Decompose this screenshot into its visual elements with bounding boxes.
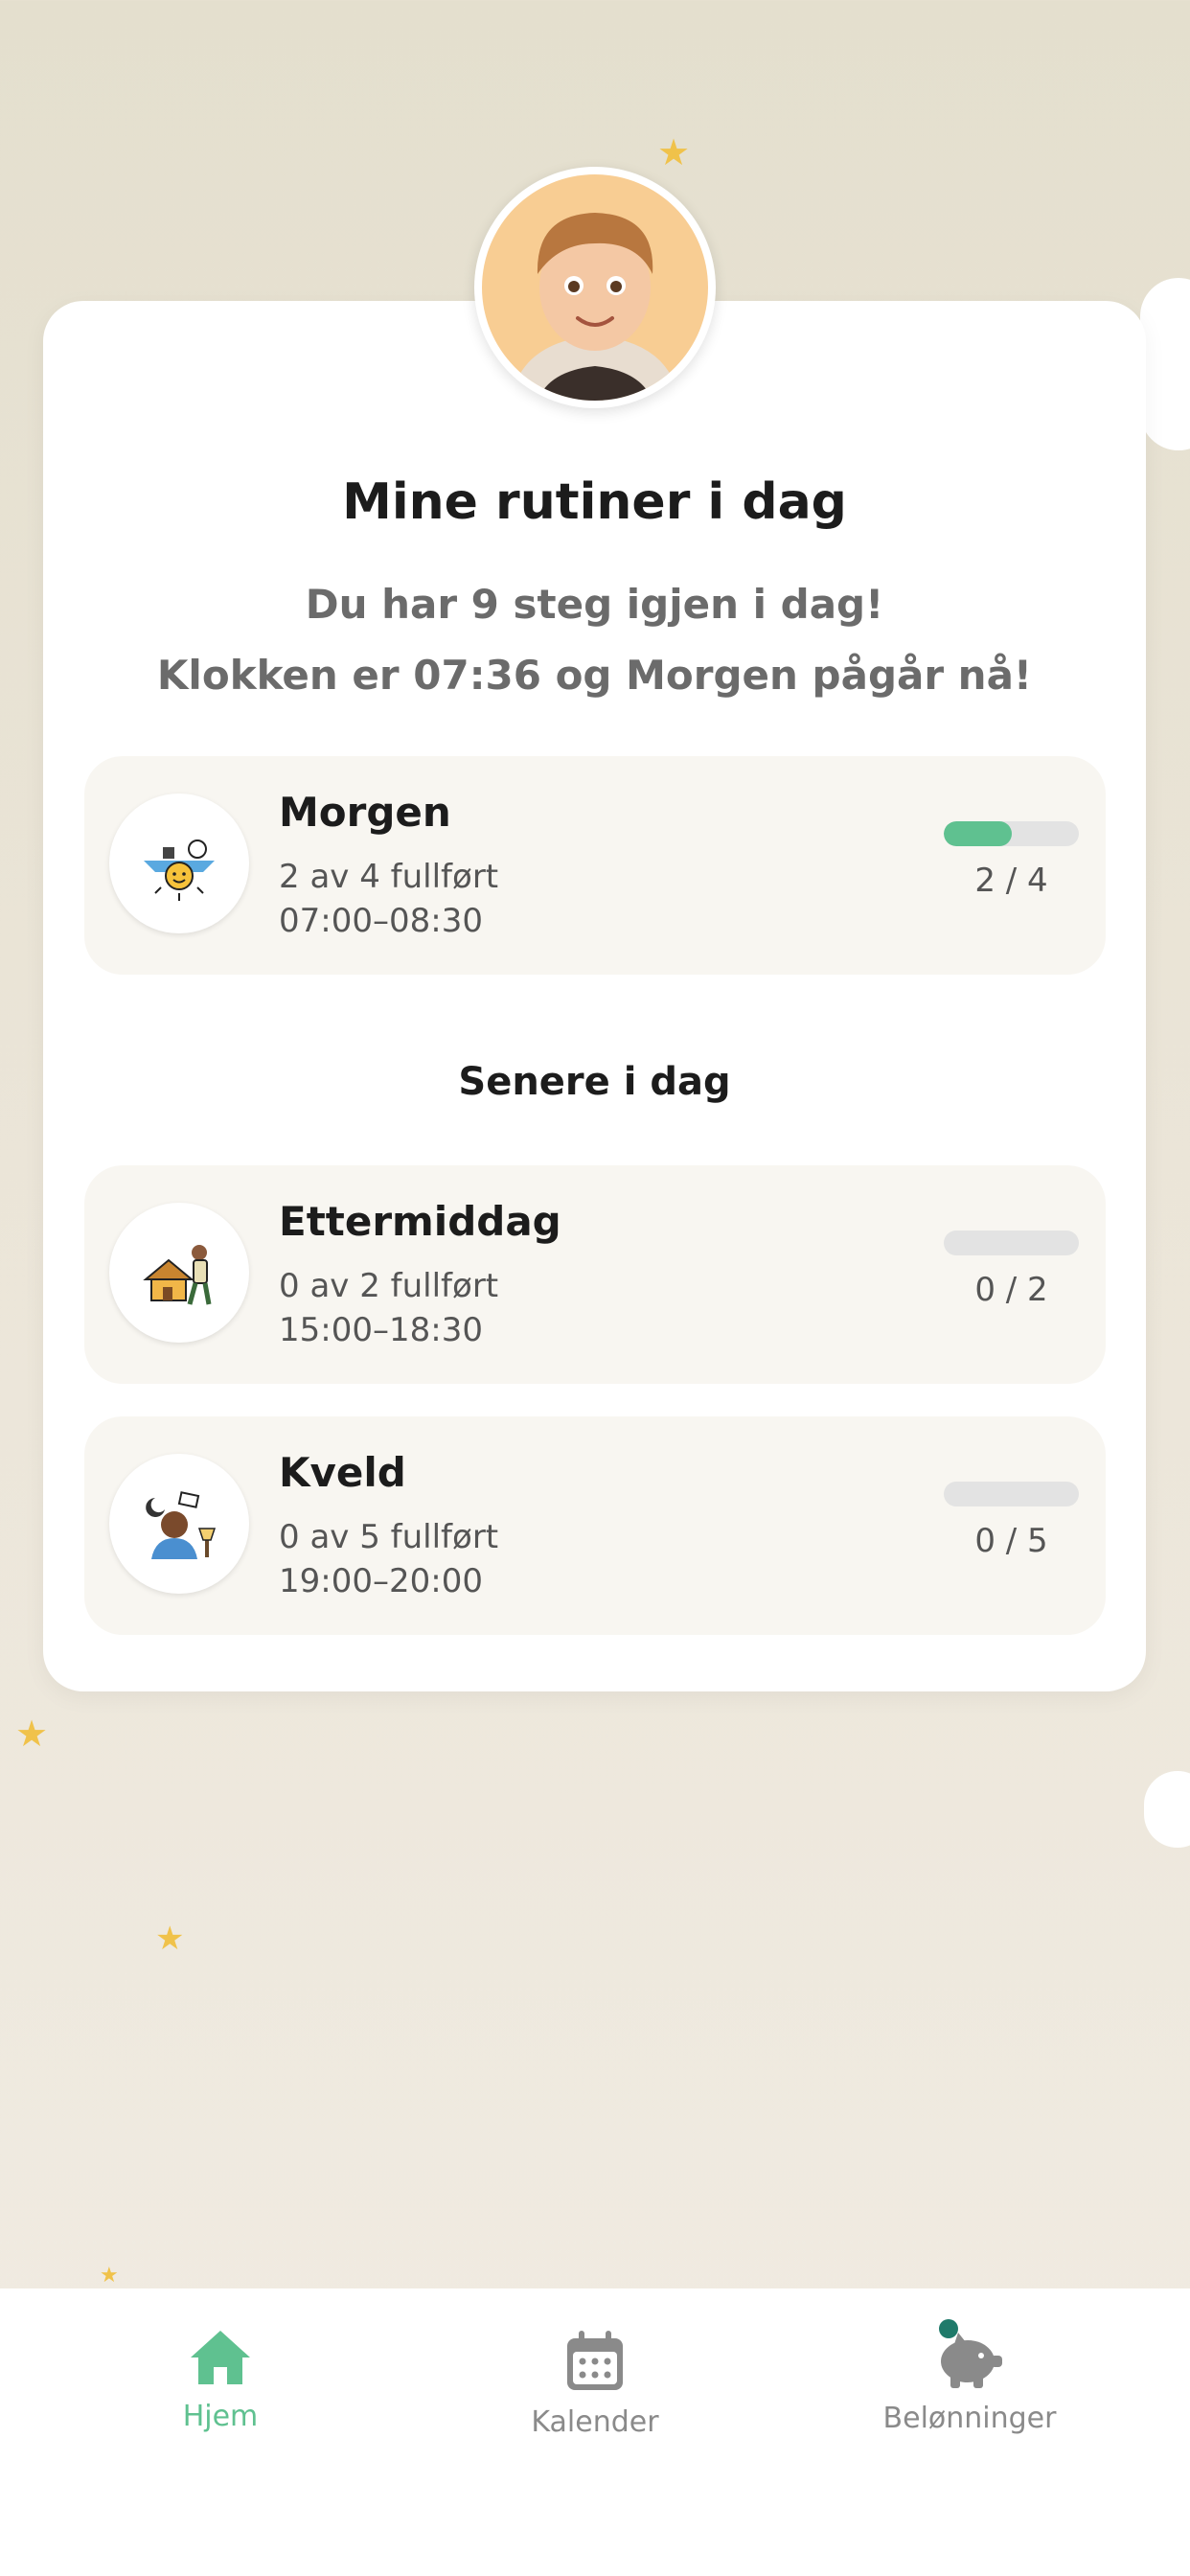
progress-bar-fill [944,821,1012,846]
star-decoration: ★ [100,2264,119,2288]
afternoon-house-icon [109,1203,249,1343]
routine-card-morgen[interactable]: Morgen 2 av 4 fullført 07:00–08:30 2 / 4 [84,756,1106,975]
home-icon [191,2331,250,2384]
routine-count: 2 / 4 [974,862,1048,900]
routine-name: Kveld [279,1449,406,1496]
routine-time: 15:00–18:30 [279,1311,483,1349]
nav-label-home: Hjem [182,2400,259,2433]
routines-card: Mine rutiner i dag Du har 9 steg igjen i… [43,301,1146,1691]
nav-item-rewards[interactable]: Belønninger [826,2319,1113,2435]
nav-item-home[interactable]: Hjem [77,2327,364,2433]
routine-progress-text: 2 av 4 fullført [279,858,499,896]
progress-bar [944,821,1079,846]
notification-dot [939,2319,958,2338]
steps-left-text: Du har 9 steg igjen i dag! [305,581,884,628]
bottom-nav: Hjem Kalender Belønninger [0,2288,1190,2576]
calendar-icon [567,2331,623,2390]
nav-label-calendar: Kalender [531,2405,659,2439]
later-section-title: Senere i dag [458,1060,731,1104]
child-avatar-icon [482,174,708,401]
progress-bar [944,1230,1079,1255]
routine-progress-text: 0 av 5 fullført [279,1518,499,1556]
routine-card-kveld[interactable]: Kveld 0 av 5 fullført 19:00–20:00 0 / 5 [84,1416,1106,1635]
evening-moon-icon [109,1454,249,1594]
page-title: Mine rutiner i dag [342,473,847,531]
cloud-decoration [1140,278,1190,450]
routine-name: Ettermiddag [279,1198,561,1245]
nav-item-calendar[interactable]: Kalender [451,2327,739,2439]
current-time-text: Klokken er 07:36 og Morgen pågår nå! [156,652,1033,699]
routine-progress-text: 0 av 2 fullført [279,1267,499,1305]
morning-sun-icon [109,794,249,933]
nav-label-rewards: Belønninger [882,2402,1057,2435]
routine-time: 19:00–20:00 [279,1562,483,1600]
star-decoration: ★ [657,131,691,173]
avatar[interactable] [474,167,716,408]
star-decoration: ★ [15,1713,49,1755]
routine-card-ettermiddag[interactable]: Ettermiddag 0 av 2 fullført 15:00–18:30 … [84,1165,1106,1384]
routine-name: Morgen [279,789,451,836]
routine-count: 0 / 5 [974,1522,1048,1560]
routine-count: 0 / 2 [974,1271,1048,1309]
star-decoration: ★ [155,1920,185,1958]
routine-time: 07:00–08:30 [279,902,483,940]
progress-bar [944,1482,1079,1506]
cloud-decoration [1144,1771,1190,1848]
